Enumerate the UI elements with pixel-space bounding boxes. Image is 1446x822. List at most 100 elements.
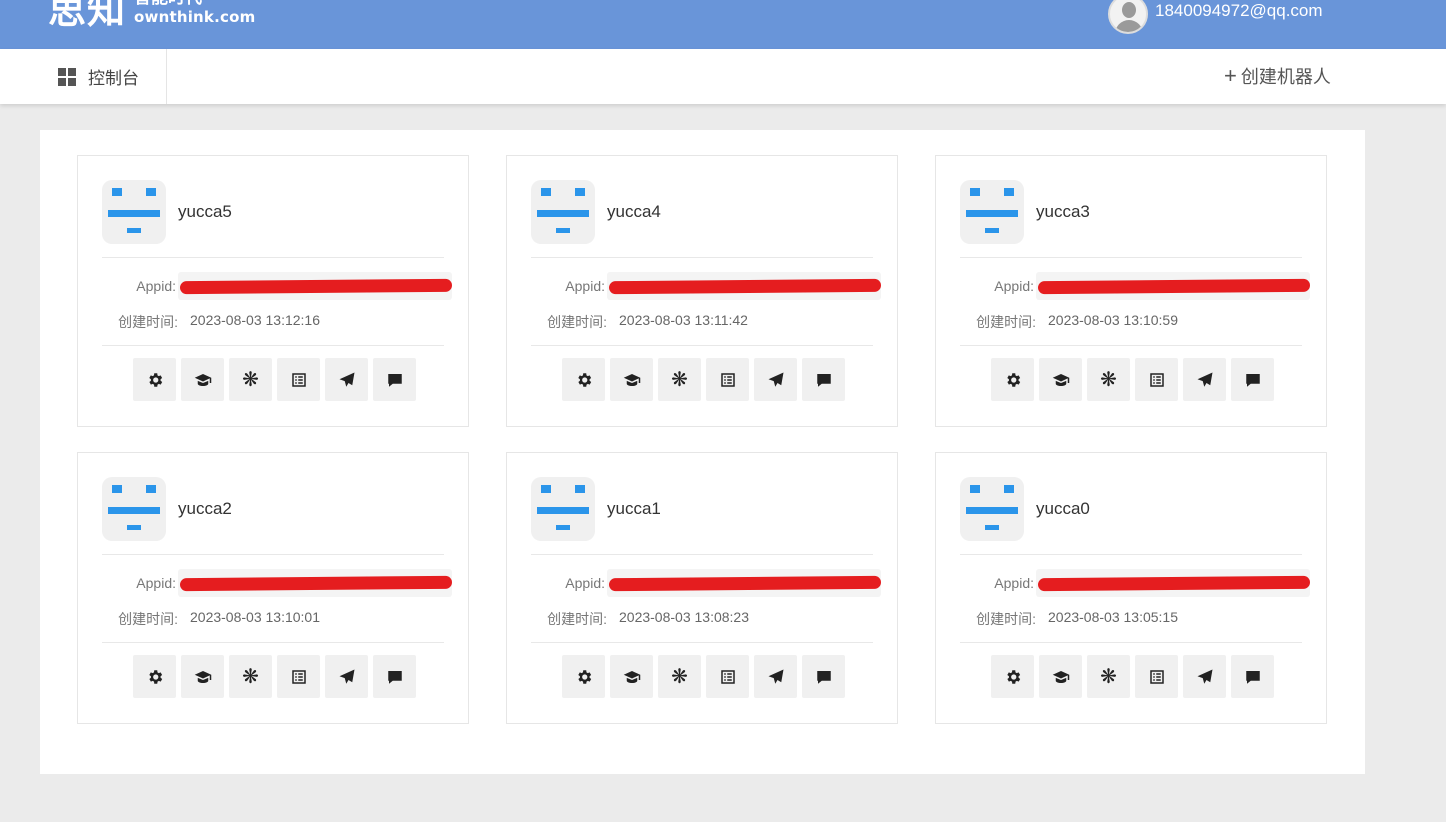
nav-console-link[interactable]: 控制台 xyxy=(0,49,167,104)
appid-label: Appid: xyxy=(994,575,1034,591)
graduation-cap-icon xyxy=(1052,670,1069,683)
publish-button[interactable] xyxy=(1183,358,1226,401)
created-time-label: 创建时间: xyxy=(547,314,607,330)
train-button[interactable] xyxy=(1039,655,1082,698)
skills-button[interactable]: ❋ xyxy=(658,655,701,698)
robot-avatar-icon xyxy=(102,477,166,541)
gear-icon xyxy=(577,372,591,387)
robot-avatar-icon xyxy=(960,180,1024,244)
divider xyxy=(102,642,444,643)
send-icon xyxy=(339,669,354,684)
top-header: 思知 智能时代 ownthink.com 1840094972@qq.com xyxy=(0,0,1446,49)
records-button[interactable] xyxy=(277,655,320,698)
created-time-label: 创建时间: xyxy=(118,611,178,627)
created-time-label: 创建时间: xyxy=(547,611,607,627)
divider xyxy=(960,257,1302,258)
logo-tagline: 智能时代 xyxy=(134,0,255,8)
created-time-label: 创建时间: xyxy=(118,314,178,330)
train-button[interactable] xyxy=(181,358,224,401)
user-email[interactable]: 1840094972@qq.com xyxy=(1155,1,1323,21)
divider xyxy=(531,554,873,555)
nav-bar: 控制台 + 创建机器人 xyxy=(0,49,1446,104)
create-robot-button[interactable]: + 创建机器人 xyxy=(1224,63,1331,89)
settings-button[interactable] xyxy=(991,655,1034,698)
created-time-value: 2023-08-03 13:10:59 xyxy=(1048,312,1178,328)
robot-name: yucca3 xyxy=(1036,202,1090,221)
asterisk-icon: ❋ xyxy=(1100,665,1117,688)
comment-icon xyxy=(1245,670,1260,684)
chat-button[interactable] xyxy=(802,655,845,698)
created-time-value: 2023-08-03 13:11:42 xyxy=(619,312,748,328)
avatar[interactable] xyxy=(1108,0,1148,34)
chat-button[interactable] xyxy=(1231,358,1274,401)
skills-button[interactable]: ❋ xyxy=(1087,358,1130,401)
chat-button[interactable] xyxy=(802,358,845,401)
list-icon xyxy=(1149,372,1164,387)
records-button[interactable] xyxy=(277,358,320,401)
skills-button[interactable]: ❋ xyxy=(1087,655,1130,698)
train-button[interactable] xyxy=(610,655,653,698)
settings-button[interactable] xyxy=(133,358,176,401)
chat-button[interactable] xyxy=(373,655,416,698)
dashboard-grid-icon xyxy=(58,67,76,86)
divider xyxy=(102,345,444,346)
records-button[interactable] xyxy=(1135,655,1178,698)
robot-action-toolbar: ❋ xyxy=(133,655,416,698)
list-icon xyxy=(291,372,306,387)
settings-button[interactable] xyxy=(562,358,605,401)
logo[interactable]: 思知 智能时代 ownthink.com xyxy=(48,0,255,38)
skills-button[interactable]: ❋ xyxy=(658,358,701,401)
list-icon xyxy=(291,669,306,684)
records-button[interactable] xyxy=(1135,358,1178,401)
appid-value-redacted[interactable] xyxy=(607,569,881,597)
settings-button[interactable] xyxy=(133,655,176,698)
created-time-label: 创建时间: xyxy=(976,611,1036,627)
robot-avatar-icon xyxy=(531,180,595,244)
redaction-mark xyxy=(608,278,881,295)
asterisk-icon: ❋ xyxy=(242,665,259,688)
records-button[interactable] xyxy=(706,655,749,698)
settings-button[interactable] xyxy=(562,655,605,698)
graduation-cap-icon xyxy=(623,670,640,683)
appid-label: Appid: xyxy=(994,278,1034,294)
comment-icon xyxy=(816,373,831,387)
chat-button[interactable] xyxy=(373,358,416,401)
send-icon xyxy=(1197,669,1212,684)
publish-button[interactable] xyxy=(1183,655,1226,698)
list-icon xyxy=(720,669,735,684)
plus-icon: + xyxy=(1224,63,1237,88)
divider xyxy=(531,642,873,643)
publish-button[interactable] xyxy=(325,655,368,698)
records-button[interactable] xyxy=(706,358,749,401)
robot-action-toolbar: ❋ xyxy=(133,358,416,401)
publish-button[interactable] xyxy=(754,358,797,401)
appid-value-redacted[interactable] xyxy=(1036,569,1310,597)
created-time-value: 2023-08-03 13:05:15 xyxy=(1048,609,1178,625)
skills-button[interactable]: ❋ xyxy=(229,358,272,401)
redaction-mark xyxy=(608,575,881,592)
settings-button[interactable] xyxy=(991,358,1034,401)
send-icon xyxy=(1197,372,1212,387)
appid-value-redacted[interactable] xyxy=(1036,272,1310,300)
divider xyxy=(960,554,1302,555)
publish-button[interactable] xyxy=(754,655,797,698)
robot-name: yucca4 xyxy=(607,202,661,221)
train-button[interactable] xyxy=(610,358,653,401)
divider xyxy=(102,554,444,555)
redaction-mark xyxy=(1037,278,1310,295)
robot-list-panel: yucca5 Appid: 创建时间: 2023-08-03 13:12:16 … xyxy=(40,130,1365,774)
appid-value-redacted[interactable] xyxy=(178,272,452,300)
robot-card-yucca4: yucca4 Appid: 创建时间: 2023-08-03 13:11:42 … xyxy=(506,155,898,427)
redaction-mark xyxy=(1037,575,1310,592)
comment-icon xyxy=(387,670,402,684)
train-button[interactable] xyxy=(1039,358,1082,401)
asterisk-icon: ❋ xyxy=(671,368,688,391)
appid-value-redacted[interactable] xyxy=(607,272,881,300)
skills-button[interactable]: ❋ xyxy=(229,655,272,698)
train-button[interactable] xyxy=(181,655,224,698)
robot-action-toolbar: ❋ xyxy=(562,655,845,698)
publish-button[interactable] xyxy=(325,358,368,401)
user-menu[interactable]: 1840094972@qq.com xyxy=(1108,0,1323,34)
chat-button[interactable] xyxy=(1231,655,1274,698)
appid-value-redacted[interactable] xyxy=(178,569,452,597)
